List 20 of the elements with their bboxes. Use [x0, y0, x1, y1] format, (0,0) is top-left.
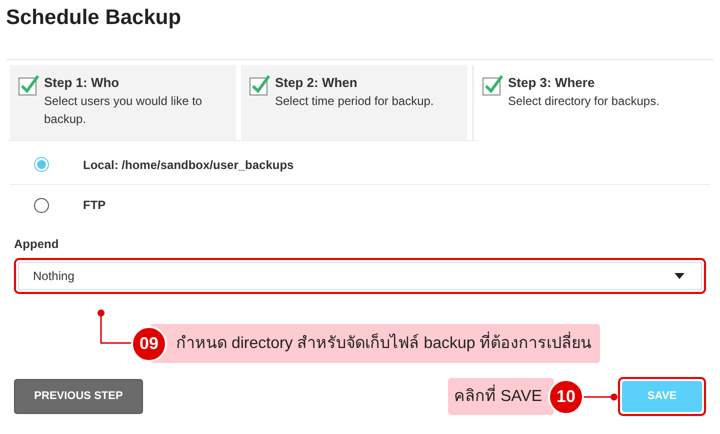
option-label: Local: /home/sandbox/user_backups	[83, 156, 294, 174]
option-label: FTP	[83, 197, 106, 214]
radio-button[interactable]	[34, 198, 49, 212]
step-description: Select time period for backup.	[275, 93, 435, 110]
callout-note: คลิกที่ SAVE	[448, 378, 554, 415]
step-description: Select directory for backups.	[508, 93, 660, 110]
append-select[interactable]: Nothing	[14, 258, 706, 294]
step-description: Select users you would like to backup.	[44, 93, 204, 128]
step-title: Step 3: Where	[508, 74, 595, 92]
previous-step-button[interactable]: PREVIOUS STEP	[14, 379, 143, 414]
step-title: Step 1: Who	[44, 74, 120, 92]
step-number-badge: 09	[131, 326, 167, 362]
radio-button[interactable]	[34, 157, 49, 172]
wizard-step[interactable]: Step 2: When Select time period for backup.	[241, 65, 467, 140]
caret-icon	[674, 273, 685, 279]
field-label: Append	[14, 236, 59, 253]
step-title: Step 2: When	[275, 74, 358, 92]
step-number-badge: 10	[548, 378, 584, 414]
page-title: Schedule Backup	[6, 5, 182, 31]
wizard-step[interactable]: Step 1: Who Select users you would like to backup.	[10, 65, 236, 140]
